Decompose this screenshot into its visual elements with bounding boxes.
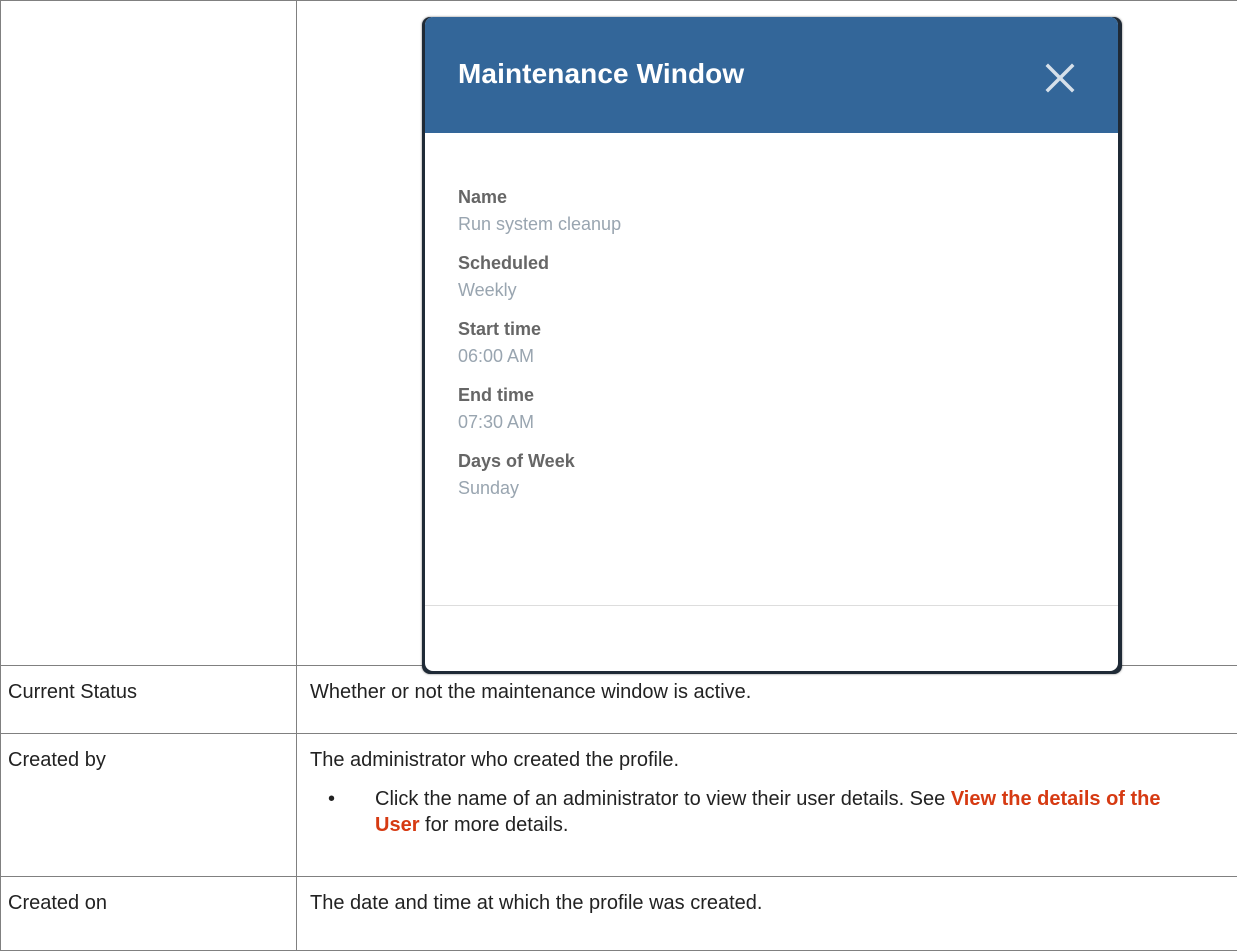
description-cell: The administrator who created the profil… [296, 732, 1237, 877]
dialog-title: Maintenance Window [458, 58, 745, 89]
field-scheduled: Scheduled Weekly [458, 251, 621, 302]
label-cell: Created on [0, 875, 297, 951]
row-label-current-status: Current Status [8, 680, 137, 703]
field-label: Start time [458, 319, 542, 339]
row-label-created-on: Created on [8, 891, 107, 914]
bullet-text-after: for more details. [419, 813, 569, 836]
field-name: Name Run system cleanup [458, 185, 621, 236]
field-end-time: End time 07:30 AM [458, 383, 621, 434]
field-start-time: Start time 06:00 AM [458, 317, 621, 368]
field-label: End time [458, 385, 535, 405]
field-value: 06:00 AM [458, 346, 535, 366]
field-days-of-week: Days of Week Sunday [458, 449, 621, 500]
description-text: The administrator who created the profil… [310, 748, 680, 771]
table-row: Current Status Whether or not the mainte… [0, 664, 1237, 734]
label-cell: Current Status [0, 664, 297, 734]
bullet-text-before: Click the name of an administrator to vi… [375, 787, 951, 810]
field-value: Weekly [458, 280, 517, 300]
field-value: Sunday [458, 478, 520, 498]
row-label-created-by: Created by [8, 748, 106, 771]
description-cell: Whether or not the maintenance window is… [296, 664, 1237, 734]
list-item: • Click the name of an administrator to v… [310, 786, 1237, 838]
field-label: Scheduled [458, 253, 550, 273]
field-label: Days of Week [458, 451, 575, 471]
field-label: Name [458, 187, 508, 207]
row-description-created-by: The administrator who created the profil… [297, 734, 1237, 838]
field-value: Run system cleanup [458, 214, 622, 234]
label-cell [0, 0, 297, 666]
maintenance-window-dialog: Maintenance Window Name Run system clean… [425, 17, 1118, 671]
dialog-screenshot: Maintenance Window Name Run system clean… [422, 17, 1122, 674]
table-row: Created on The date and time at which th… [0, 875, 1237, 951]
field-value: 07:30 AM [458, 412, 535, 432]
row-description-created-on: The date and time at which the profile w… [310, 891, 763, 914]
dialog-header: Maintenance Window [425, 17, 1118, 133]
bullet-icon: • [328, 787, 336, 810]
dialog-footer-divider [425, 605, 1118, 606]
label-cell: Created by [0, 732, 297, 877]
bullet-list: • Click the name of an administrator to v… [310, 786, 1237, 838]
close-icon[interactable] [1044, 62, 1076, 94]
dialog-body: Name Run system cleanup Scheduled Weekly… [458, 185, 621, 515]
description-cell: The date and time at which the profile w… [296, 875, 1237, 951]
table-row: Created by The administrator who created… [0, 732, 1237, 877]
